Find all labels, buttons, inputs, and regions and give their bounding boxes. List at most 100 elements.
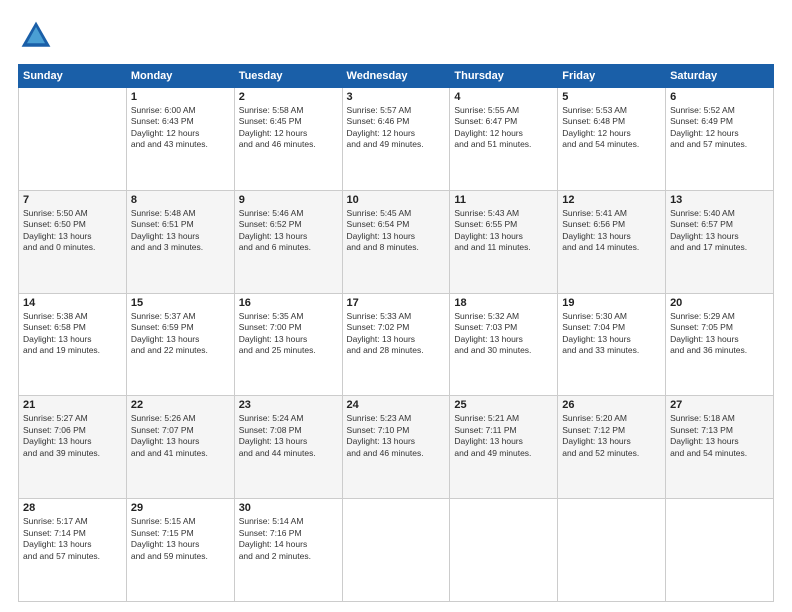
cell-text: Sunrise: 5:14 AMSunset: 7:16 PMDaylight:… [239, 516, 338, 562]
day-number: 27 [670, 399, 769, 411]
weekday-header: Sunday [19, 65, 127, 88]
cell-text: Sunrise: 5:15 AMSunset: 7:15 PMDaylight:… [131, 516, 230, 562]
cell-text: Sunrise: 5:46 AMSunset: 6:52 PMDaylight:… [239, 208, 338, 254]
cell-text: Sunrise: 5:57 AMSunset: 6:46 PMDaylight:… [347, 105, 446, 151]
calendar-cell: 11Sunrise: 5:43 AMSunset: 6:55 PMDayligh… [450, 190, 558, 293]
cell-text: Sunrise: 5:33 AMSunset: 7:02 PMDaylight:… [347, 311, 446, 357]
day-number: 30 [239, 502, 338, 514]
day-number: 10 [347, 194, 446, 206]
weekday-header-row: SundayMondayTuesdayWednesdayThursdayFrid… [19, 65, 774, 88]
day-number: 29 [131, 502, 230, 514]
day-number: 17 [347, 297, 446, 309]
cell-text: Sunrise: 5:24 AMSunset: 7:08 PMDaylight:… [239, 413, 338, 459]
day-number: 25 [454, 399, 553, 411]
cell-text: Sunrise: 5:53 AMSunset: 6:48 PMDaylight:… [562, 105, 661, 151]
calendar-cell: 9 Sunrise: 5:46 AMSunset: 6:52 PMDaylight… [234, 190, 342, 293]
calendar-cell: 17 Sunrise: 5:33 AMSunset: 7:02 PMDayligh… [342, 293, 450, 396]
calendar-cell [450, 499, 558, 602]
calendar-cell: 2 Sunrise: 5:58 AMSunset: 6:45 PMDaylight… [234, 88, 342, 191]
day-number: 20 [670, 297, 769, 309]
calendar-cell: 13 Sunrise: 5:40 AMSunset: 6:57 PMDayligh… [666, 190, 774, 293]
cell-text: Sunrise: 5:50 AMSunset: 6:50 PMDaylight:… [23, 208, 122, 254]
cell-text: Sunrise: 5:48 AMSunset: 6:51 PMDaylight:… [131, 208, 230, 254]
calendar-cell: 23 Sunrise: 5:24 AMSunset: 7:08 PMDayligh… [234, 396, 342, 499]
day-number: 6 [670, 91, 769, 103]
cell-text: Sunrise: 5:26 AMSunset: 7:07 PMDaylight:… [131, 413, 230, 459]
calendar-week-row: 7 Sunrise: 5:50 AMSunset: 6:50 PMDaylight… [19, 190, 774, 293]
calendar-cell: 20Sunrise: 5:29 AMSunset: 7:05 PMDayligh… [666, 293, 774, 396]
calendar-cell [666, 499, 774, 602]
day-number: 2 [239, 91, 338, 103]
day-number: 26 [562, 399, 661, 411]
calendar-cell: 15 Sunrise: 5:37 AMSunset: 6:59 PMDayligh… [126, 293, 234, 396]
cell-text: Sunrise: 5:45 AMSunset: 6:54 PMDaylight:… [347, 208, 446, 254]
calendar-cell: 22 Sunrise: 5:26 AMSunset: 7:07 PMDayligh… [126, 396, 234, 499]
calendar-week-row: 28 Sunrise: 5:17 AMSunset: 7:14 PMDayligh… [19, 499, 774, 602]
day-number: 3 [347, 91, 446, 103]
day-number: 28 [23, 502, 122, 514]
calendar-cell: 6 Sunrise: 5:52 AMSunset: 6:49 PMDaylight… [666, 88, 774, 191]
logo [18, 18, 60, 54]
cell-text: Sunrise: 5:37 AMSunset: 6:59 PMDaylight:… [131, 311, 230, 357]
calendar-cell: 28 Sunrise: 5:17 AMSunset: 7:14 PMDayligh… [19, 499, 127, 602]
weekday-header: Friday [558, 65, 666, 88]
day-number: 18 [454, 297, 553, 309]
calendar-week-row: 1 Sunrise: 6:00 AMSunset: 6:43 PMDaylight… [19, 88, 774, 191]
calendar-cell: 3 Sunrise: 5:57 AMSunset: 6:46 PMDaylight… [342, 88, 450, 191]
day-number: 15 [131, 297, 230, 309]
weekday-header: Monday [126, 65, 234, 88]
day-number: 24 [347, 399, 446, 411]
cell-text: Sunrise: 6:00 AMSunset: 6:43 PMDaylight:… [131, 105, 230, 151]
day-number: 23 [239, 399, 338, 411]
day-number: 9 [239, 194, 338, 206]
cell-text: Sunrise: 5:32 AMSunset: 7:03 PMDaylight:… [454, 311, 553, 357]
day-number: 12 [562, 194, 661, 206]
calendar-cell: 18 Sunrise: 5:32 AMSunset: 7:03 PMDayligh… [450, 293, 558, 396]
day-number: 19 [562, 297, 661, 309]
calendar-cell: 10 Sunrise: 5:45 AMSunset: 6:54 PMDayligh… [342, 190, 450, 293]
cell-text: Sunrise: 5:55 AMSunset: 6:47 PMDaylight:… [454, 105, 553, 151]
calendar-cell: 21 Sunrise: 5:27 AMSunset: 7:06 PMDayligh… [19, 396, 127, 499]
calendar-cell [342, 499, 450, 602]
day-number: 14 [23, 297, 122, 309]
calendar-week-row: 21 Sunrise: 5:27 AMSunset: 7:06 PMDayligh… [19, 396, 774, 499]
calendar-cell: 12Sunrise: 5:41 AMSunset: 6:56 PMDayligh… [558, 190, 666, 293]
calendar-cell: 16Sunrise: 5:35 AMSunset: 7:00 PMDayligh… [234, 293, 342, 396]
logo-icon [18, 18, 54, 54]
calendar-cell: 26 Sunrise: 5:20 AMSunset: 7:12 PMDayligh… [558, 396, 666, 499]
day-number: 13 [670, 194, 769, 206]
cell-text: Sunrise: 5:18 AMSunset: 7:13 PMDaylight:… [670, 413, 769, 459]
calendar-cell: 1 Sunrise: 6:00 AMSunset: 6:43 PMDaylight… [126, 88, 234, 191]
calendar-cell [19, 88, 127, 191]
cell-text: Sunrise: 5:20 AMSunset: 7:12 PMDaylight:… [562, 413, 661, 459]
weekday-header: Thursday [450, 65, 558, 88]
calendar-cell: 27 Sunrise: 5:18 AMSunset: 7:13 PMDayligh… [666, 396, 774, 499]
weekday-header: Tuesday [234, 65, 342, 88]
calendar-cell: 19Sunrise: 5:30 AMSunset: 7:04 PMDayligh… [558, 293, 666, 396]
cell-text: Sunrise: 5:17 AMSunset: 7:14 PMDaylight:… [23, 516, 122, 562]
weekday-header: Wednesday [342, 65, 450, 88]
cell-text: Sunrise: 5:27 AMSunset: 7:06 PMDaylight:… [23, 413, 122, 459]
cell-text: Sunrise: 5:58 AMSunset: 6:45 PMDaylight:… [239, 105, 338, 151]
calendar-cell: 7 Sunrise: 5:50 AMSunset: 6:50 PMDaylight… [19, 190, 127, 293]
calendar-cell: 8Sunrise: 5:48 AMSunset: 6:51 PMDaylight… [126, 190, 234, 293]
cell-text: Sunrise: 5:43 AMSunset: 6:55 PMDaylight:… [454, 208, 553, 254]
day-number: 5 [562, 91, 661, 103]
calendar-cell: 4Sunrise: 5:55 AMSunset: 6:47 PMDaylight… [450, 88, 558, 191]
cell-text: Sunrise: 5:40 AMSunset: 6:57 PMDaylight:… [670, 208, 769, 254]
cell-text: Sunrise: 5:23 AMSunset: 7:10 PMDaylight:… [347, 413, 446, 459]
calendar-cell: 29 Sunrise: 5:15 AMSunset: 7:15 PMDayligh… [126, 499, 234, 602]
day-number: 7 [23, 194, 122, 206]
page: SundayMondayTuesdayWednesdayThursdayFrid… [0, 0, 792, 612]
calendar-cell: 30 Sunrise: 5:14 AMSunset: 7:16 PMDayligh… [234, 499, 342, 602]
calendar-cell: 14Sunrise: 5:38 AMSunset: 6:58 PMDayligh… [19, 293, 127, 396]
calendar-cell [558, 499, 666, 602]
day-number: 22 [131, 399, 230, 411]
cell-text: Sunrise: 5:52 AMSunset: 6:49 PMDaylight:… [670, 105, 769, 151]
header [18, 18, 774, 54]
day-number: 1 [131, 91, 230, 103]
cell-text: Sunrise: 5:35 AMSunset: 7:00 PMDaylight:… [239, 311, 338, 357]
weekday-header: Saturday [666, 65, 774, 88]
day-number: 21 [23, 399, 122, 411]
cell-text: Sunrise: 5:21 AMSunset: 7:11 PMDaylight:… [454, 413, 553, 459]
